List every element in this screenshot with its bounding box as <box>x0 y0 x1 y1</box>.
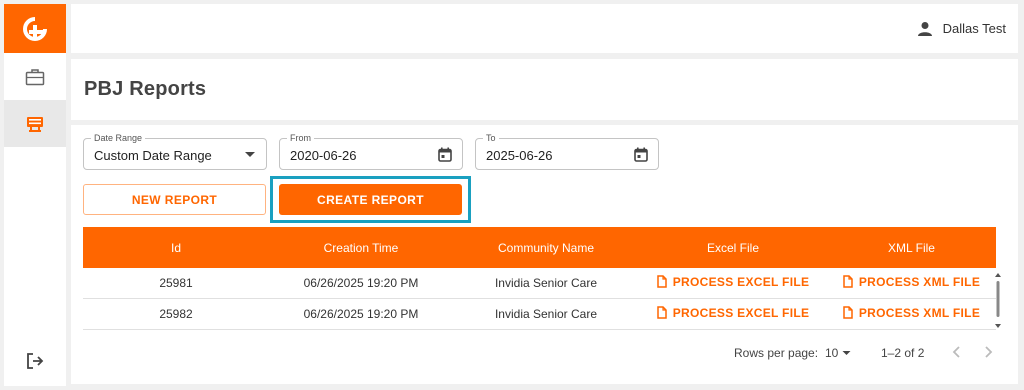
column-header-xml-file[interactable]: XML File <box>827 241 996 255</box>
table-scrollbar[interactable] <box>994 272 1002 329</box>
file-icon <box>843 306 853 319</box>
dropdown-arrow-icon <box>842 351 851 355</box>
rows-per-page-select[interactable]: 10 <box>825 346 851 360</box>
user-menu[interactable]: Dallas Test <box>917 4 1006 53</box>
new-report-button[interactable]: NEW REPORT <box>83 184 266 215</box>
from-date-field[interactable]: From 2020-06-26 <box>279 132 463 170</box>
rows-per-page-value: 10 <box>825 346 839 360</box>
date-range-label: Date Range <box>91 132 146 144</box>
process-xml-file-label: PROCESS XML FILE <box>858 274 981 289</box>
row-creation-time: 06/26/2025 19:20 PM <box>303 307 419 321</box>
reports-panel: Date Range Custom Date Range From 2020-0… <box>71 125 1018 384</box>
column-header-creation-time[interactable]: Creation Time <box>269 241 453 255</box>
from-label: From <box>287 132 314 144</box>
date-range-select[interactable]: Date Range Custom Date Range <box>83 132 267 170</box>
file-icon <box>843 275 853 288</box>
row-community-name: Invidia Senior Care <box>494 307 598 321</box>
table-row: 25982 06/26/2025 19:20 PM Invidia Senior… <box>83 299 996 330</box>
plus-logo-icon <box>23 16 47 41</box>
reports-icon <box>27 116 43 132</box>
file-icon <box>656 275 667 288</box>
row-id: 25981 <box>159 276 193 290</box>
nav-item-briefcase[interactable] <box>4 53 66 100</box>
sidebar <box>4 4 66 386</box>
user-name: Dallas Test <box>942 21 1006 36</box>
column-header-community-name[interactable]: Community Name <box>453 241 639 255</box>
briefcase-icon <box>25 68 45 85</box>
table-row: 25981 06/26/2025 19:20 PM Invidia Senior… <box>83 268 996 299</box>
row-creation-time: 06/26/2025 19:20 PM <box>303 276 419 290</box>
column-header-excel-file[interactable]: Excel File <box>639 241 827 255</box>
top-bar: Dallas Test <box>71 4 1018 53</box>
page-title: PBJ Reports <box>84 78 207 100</box>
title-bar: PBJ Reports <box>71 59 1018 120</box>
process-excel-file-label: PROCESS EXCEL FILE <box>672 305 810 320</box>
logout-button[interactable] <box>4 348 66 374</box>
nav-item-reports[interactable] <box>4 100 66 147</box>
from-value: 2020-06-26 <box>290 148 357 163</box>
process-excel-file-link[interactable]: PROCESS EXCEL FILE <box>656 305 810 320</box>
calendar-icon[interactable] <box>634 147 648 162</box>
person-icon <box>917 21 932 36</box>
process-xml-file-link[interactable]: PROCESS XML FILE <box>843 275 980 289</box>
reports-table: Id Creation Time Community Name Excel Fi… <box>83 227 996 330</box>
calendar-icon[interactable] <box>438 147 452 162</box>
chevron-right-icon[interactable] <box>981 344 995 360</box>
to-date-field[interactable]: To 2025-06-26 <box>475 132 659 170</box>
chevron-left-icon[interactable] <box>950 344 964 360</box>
process-xml-file-link[interactable]: PROCESS XML FILE <box>843 306 980 320</box>
column-header-id[interactable]: Id <box>83 241 269 255</box>
process-excel-file-link[interactable]: PROCESS EXCEL FILE <box>656 274 810 289</box>
rows-per-page-label: Rows per page: <box>734 346 819 360</box>
process-xml-file-label: PROCESS XML FILE <box>858 305 981 320</box>
to-label: To <box>483 132 499 144</box>
row-id: 25982 <box>159 307 193 321</box>
table-header: Id Creation Time Community Name Excel Fi… <box>83 227 996 268</box>
pagination-range: 1–2 of 2 <box>881 346 925 360</box>
process-excel-file-label: PROCESS EXCEL FILE <box>672 274 810 289</box>
date-range-value: Custom Date Range <box>94 148 212 163</box>
dropdown-arrow-icon <box>245 152 255 157</box>
file-icon <box>656 306 667 319</box>
app-logo[interactable] <box>4 4 66 53</box>
logout-icon <box>27 353 44 369</box>
table-pagination: Rows per page: 10 1–2 of 2 <box>83 338 996 368</box>
row-community-name: Invidia Senior Care <box>494 276 598 290</box>
to-value: 2025-06-26 <box>486 148 553 163</box>
create-report-button[interactable]: CREATE REPORT <box>279 184 462 215</box>
